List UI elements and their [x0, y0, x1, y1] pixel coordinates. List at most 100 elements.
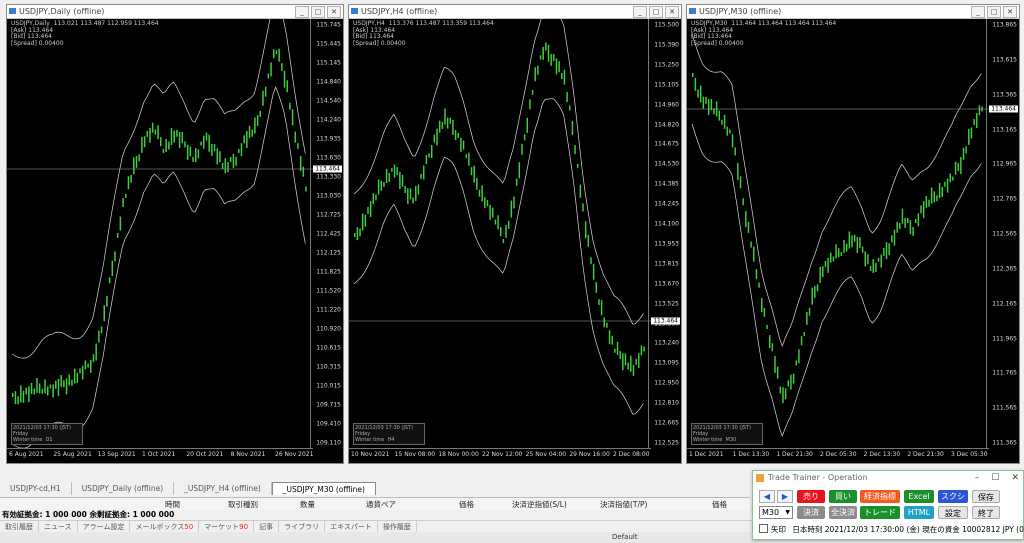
candlestick — [194, 148, 197, 163]
candlestick — [753, 246, 755, 262]
price-tick-label: 113.365 — [992, 91, 1017, 99]
chart-title-bar[interactable]: USDJPY,H4 (offline) _ □ ✕ — [349, 5, 681, 19]
candlestick — [590, 257, 592, 265]
time-axis: 6 Aug 2021 25 Aug 2021 13 Sep 2021 1 Oct 20… — [7, 448, 313, 463]
candlestick — [534, 67, 536, 82]
candlestick — [219, 151, 221, 163]
candlestick — [606, 322, 608, 328]
chart-window-h4[interactable]: USDJPY,H4 (offline) _ □ ✕ 115.500 115.390 11… — [348, 4, 682, 464]
chart-tab[interactable]: _USDJPY_H4 (offline) — [174, 482, 272, 495]
minimize-button[interactable]: _ — [633, 6, 647, 18]
chart-tab-active[interactable]: _USDJPY_M30 (offline) — [271, 482, 376, 495]
price-tick-label: 115.145 — [316, 59, 341, 67]
candlestick — [71, 379, 73, 386]
html-button[interactable]: HTML — [904, 506, 934, 519]
price-tick-label: 113.865 — [992, 21, 1017, 29]
next-button[interactable]: ▶ — [777, 490, 793, 503]
maximize-icon[interactable]: ☐ — [991, 471, 999, 485]
candlestick — [246, 131, 248, 149]
candlestick — [208, 134, 210, 152]
candlestick — [364, 214, 367, 227]
chart-icon — [689, 8, 696, 14]
minimize-button[interactable]: _ — [971, 6, 985, 18]
sell-button[interactable]: 売り — [797, 490, 825, 503]
price-tick-label: 111.565 — [992, 404, 1017, 412]
candlestick — [224, 158, 227, 174]
candlestick — [103, 305, 105, 322]
time-tick-label: 3 Dec 05:30 — [951, 451, 988, 458]
candlestick — [216, 148, 218, 165]
chart-tab[interactable]: USDJPY-cd,H1 — [0, 482, 72, 495]
maximize-button[interactable]: □ — [311, 6, 325, 18]
time-tick-label: 8 Nov 2021 — [230, 451, 266, 458]
candlestick — [162, 148, 165, 153]
candlestick — [795, 360, 797, 366]
settings-button[interactable]: 設定 — [938, 506, 968, 519]
candlestick — [433, 134, 436, 143]
candlestick — [383, 181, 385, 187]
chart-window-m30[interactable]: USDJPY,M30 (offline) _ □ ✕ 113.865 113.615 1… — [686, 4, 1020, 464]
close-button[interactable]: ✕ — [327, 6, 341, 18]
price-tick-label: 111.765 — [992, 369, 1017, 377]
candlestick — [692, 73, 694, 77]
close-position-button[interactable]: 決済 — [797, 506, 825, 519]
price-plot[interactable] — [349, 19, 651, 449]
candlestick — [22, 390, 25, 403]
price-tick-label: 113.330 — [316, 173, 341, 181]
candlestick — [473, 165, 475, 183]
candlestick — [922, 201, 925, 219]
save-button[interactable]: 保存 — [972, 490, 1000, 503]
price-tick-label: 115.390 — [654, 41, 679, 49]
price-plot[interactable] — [687, 19, 989, 449]
chart-tab[interactable]: USDJPY_Daily (offline) — [72, 482, 175, 495]
candlestick — [513, 196, 515, 209]
prev-button[interactable]: ◀ — [759, 490, 775, 503]
candlestick — [845, 243, 848, 252]
candlestick — [819, 266, 821, 283]
chart-title-bar[interactable]: USDJPY,M30 (offline) _ □ ✕ — [687, 5, 1019, 19]
candlestick — [840, 252, 843, 257]
candlestick — [12, 393, 14, 397]
close-icon[interactable]: ✕ — [1011, 471, 1019, 485]
chart-window-daily[interactable]: USDJPY,Daily (offline) _ □ ✕ 115.745 115.44… — [6, 4, 344, 464]
close-button[interactable]: ✕ — [665, 6, 679, 18]
candlestick — [925, 195, 928, 208]
candlestick — [614, 348, 616, 353]
buy-button[interactable]: 買い — [829, 490, 857, 503]
arrow-checkbox[interactable] — [759, 524, 768, 533]
trade-trainer-title-bar[interactable]: Trade Trainer - Operation – ☐ ✕ — [753, 471, 1023, 485]
candlestick — [851, 235, 853, 248]
minimize-button[interactable]: _ — [295, 6, 309, 18]
screenshot-button[interactable]: スクショ — [938, 490, 968, 514]
candlestick — [157, 125, 159, 140]
candlestick — [699, 85, 702, 103]
maximize-button[interactable]: □ — [649, 6, 663, 18]
maximize-button[interactable]: □ — [987, 6, 1001, 18]
exit-button[interactable]: 終了 — [972, 506, 1000, 519]
candlestick — [452, 119, 454, 135]
timeframe-select[interactable]: M30 ▼ — [759, 506, 793, 519]
price-tick-label: 112.525 — [654, 439, 679, 447]
candlestick — [872, 259, 874, 274]
close-button[interactable]: ✕ — [1003, 6, 1017, 18]
price-tick-label: 113.525 — [654, 300, 679, 308]
candlestick — [875, 262, 877, 272]
trade-button[interactable]: トレード — [860, 506, 900, 519]
chart-title-bar[interactable]: USDJPY,Daily (offline) _ □ ✕ — [7, 5, 343, 19]
candlestick — [766, 324, 768, 329]
time-tick-label: 2 Dec 08:00 — [613, 451, 650, 458]
candlestick — [76, 372, 79, 383]
candlestick — [880, 254, 882, 268]
candlestick — [547, 44, 550, 62]
candlestick — [425, 154, 428, 164]
candlestick — [49, 384, 52, 389]
candlestick — [867, 254, 869, 265]
price-plot[interactable] — [7, 19, 313, 449]
candlestick — [555, 58, 558, 75]
economic-indicator-button[interactable]: 経済指標 — [860, 490, 900, 503]
candlestick — [579, 184, 582, 198]
excel-button[interactable]: Excel — [904, 490, 934, 503]
candlestick — [243, 135, 245, 144]
close-all-button[interactable]: 全決済 — [829, 506, 857, 519]
minimize-icon[interactable]: – — [975, 471, 980, 485]
